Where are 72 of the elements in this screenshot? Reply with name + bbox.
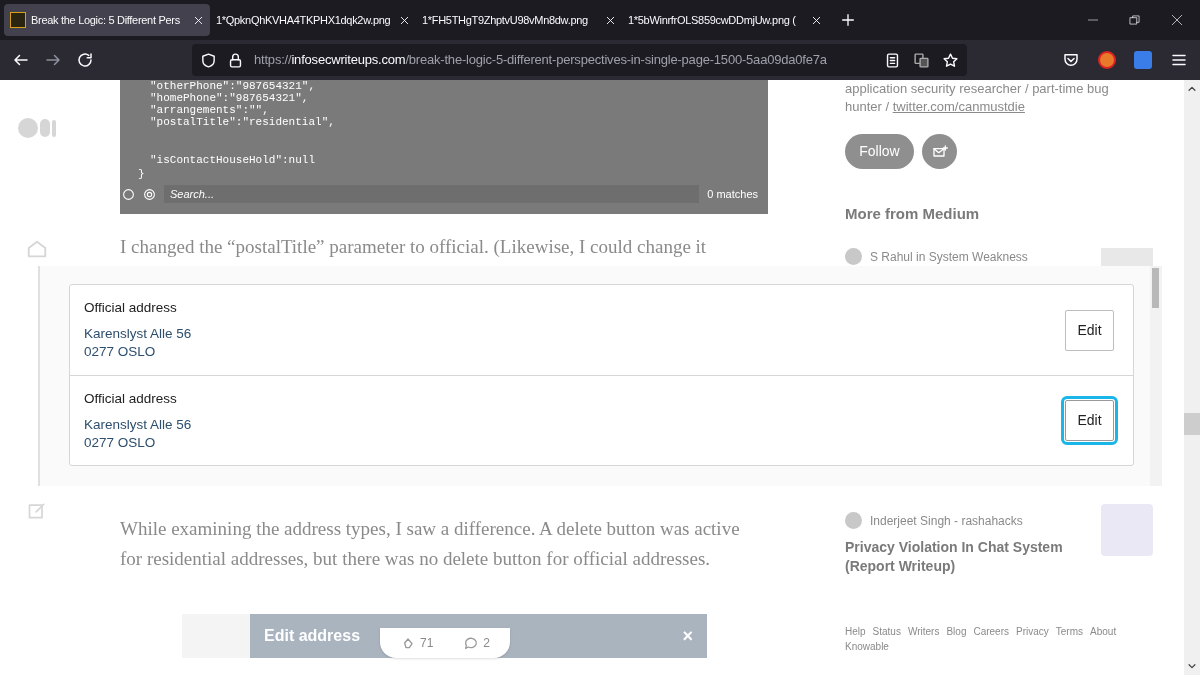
follow-button[interactable]: Follow [845, 134, 914, 169]
footer-link[interactable]: About [1090, 623, 1117, 639]
article-paragraph: While examining the address types, I saw a difference. A delete button was active for residential addresses, but there was no delete button for official addresses. [120, 517, 741, 571]
match-count: 0 matches [707, 186, 759, 202]
bookmark-star-icon[interactable] [942, 51, 959, 69]
code-line: "isContactHouseHold":null [149, 154, 317, 166]
settings-icon[interactable] [143, 187, 156, 201]
mail-plus-icon [931, 143, 948, 160]
browser-tab[interactable]: 1*5bWinrfrOLS859cwDDmjUw.png ( [622, 4, 828, 36]
postal-city: 0277 OSLO [84, 343, 157, 361]
page-scrollbar[interactable] [1184, 80, 1200, 675]
footer-link[interactable]: Privacy [1016, 623, 1049, 639]
subscribe-button[interactable] [922, 134, 957, 169]
responses-button[interactable]: 2 [463, 634, 490, 652]
code-line: } [138, 168, 146, 180]
author-bio: application security researcher / part-time bug hunter / twitter.com/canmustdie [845, 80, 1110, 116]
street-address: Karenslyst Alle 56 [84, 415, 192, 434]
section-heading: More from Medium [845, 204, 981, 224]
tab-title: Break the Logic: 5 Different Pers [31, 12, 180, 28]
browser-tab[interactable]: Break the Logic: 5 Different Pers [4, 4, 210, 36]
scroll-up-icon [1187, 84, 1197, 94]
code-line: "homePhone":"987654321", [149, 92, 310, 104]
footer-link[interactable]: Writers [907, 623, 940, 639]
pocket-icon[interactable] [1062, 51, 1080, 69]
dialog-title: Edit address [264, 626, 361, 646]
close-icon[interactable] [811, 14, 822, 26]
close-icon[interactable] [399, 14, 410, 26]
avatar [845, 248, 862, 265]
footer-link[interactable]: Careers [973, 623, 1009, 639]
footer-link[interactable]: Knowable [845, 638, 889, 654]
reader-view-icon[interactable] [884, 51, 901, 69]
tab-title: 1*QpknQhKVHA4TKPHX1dqk2w.png [216, 12, 391, 28]
scrollbar-thumb [1152, 268, 1159, 308]
comment-icon [463, 635, 480, 651]
story-title[interactable]: Privacy Violation In Chat System (Report Writeup) [845, 537, 1085, 576]
tab-title: 1*FH5THgT9ZhptvU98vMn8dw.png [422, 12, 588, 28]
footer-link[interactable]: Help [845, 623, 866, 639]
extension-icon[interactable] [1098, 51, 1116, 69]
scroll-down-icon [1187, 661, 1197, 671]
close-icon[interactable] [1170, 13, 1184, 27]
code-line: "arrangements":"", [149, 104, 270, 116]
tab-title: 1*5bWinrfrOLS859cwDDmjUw.png ( [628, 12, 796, 28]
close-icon[interactable] [193, 14, 204, 26]
scrollbar-thumb[interactable] [1184, 413, 1200, 435]
lock-icon[interactable] [227, 51, 244, 69]
edit-button[interactable]: Edit [1065, 309, 1114, 351]
article-paragraph: I changed the “postalTitle” parameter to official. (Likewise, I could change it [120, 236, 708, 258]
address-type: Official address [84, 299, 178, 317]
address-type: Official address [84, 389, 178, 408]
story-byline: S Rahul in System Weakness [870, 248, 1028, 266]
code-line: "postalTitle":"residential", [149, 116, 336, 128]
browser-tab[interactable]: 1*QpknQhKVHA4TKPHX1dqk2w.png [210, 4, 416, 36]
translate-icon[interactable] [913, 51, 930, 69]
search-field[interactable]: Search... [164, 185, 700, 203]
shield-icon[interactable] [200, 51, 217, 69]
street-address: Karenslyst Alle 56 [84, 325, 192, 343]
site-favicon [10, 12, 26, 28]
avatar [845, 512, 862, 529]
restore-icon[interactable] [1128, 13, 1142, 27]
footer-link[interactable]: Blog [946, 623, 967, 639]
close-glyph: × [682, 626, 693, 646]
footer-link[interactable]: Terms [1055, 623, 1084, 639]
twitter-link[interactable]: twitter.com/canmustdie [892, 99, 1025, 114]
close-icon[interactable] [605, 14, 616, 26]
reload-icon[interactable] [76, 51, 94, 69]
postal-city: 0277 OSLO [84, 433, 157, 452]
browser-tab[interactable]: 1*FH5THgT9ZhptvU98vMn8dw.png [416, 4, 622, 36]
clap-button[interactable]: 71 [399, 634, 434, 652]
story-byline: Inderjeet Singh - rashahacks [870, 512, 1023, 530]
code-line: "otherPhone":"987654321", [149, 80, 317, 92]
new-tab-icon[interactable] [840, 12, 856, 28]
footer-link[interactable]: Status [872, 623, 901, 639]
